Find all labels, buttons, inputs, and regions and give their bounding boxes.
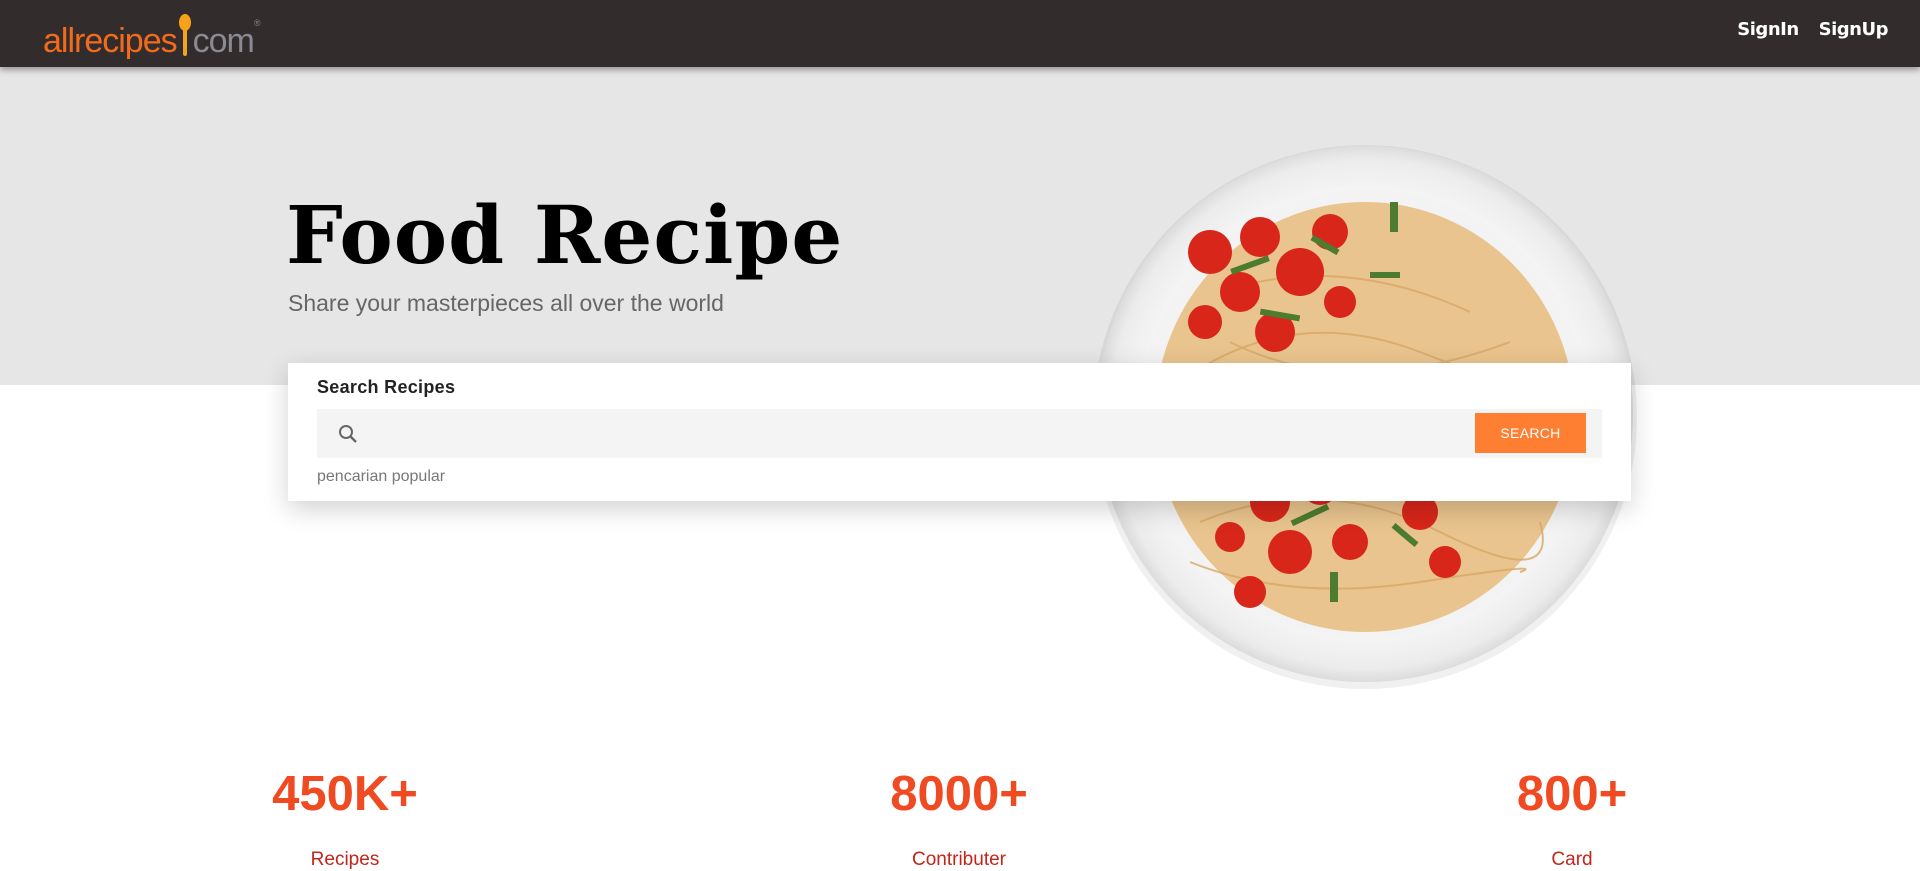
allrecipes-logo[interactable]: allrecipes com ® [43,8,261,58]
search-label: Search Recipes [317,377,456,397]
stat-contributors: 8000+ Contributer [809,770,1109,871]
stat-value: 800+ [1516,767,1628,821]
page-subtitle: Share your masterpieces all over the wor… [288,290,724,316]
navbar: allrecipes com ® SignIn SignUp [0,0,1920,67]
search-card: Search Recipes SEARCH pencarian popular [288,363,1631,501]
search-bar: SEARCH [317,409,1602,458]
stat-label: Contributer [912,849,1006,870]
stat-value: 8000+ [890,767,1028,821]
signin-link[interactable]: SignIn [1737,19,1799,40]
popular-searches-label: pencarian popular [317,468,446,485]
registered-mark: ® [253,18,261,28]
logo-text: allrecipes [43,22,178,60]
stat-recipes: 450K+ Recipes [195,770,495,871]
page-title: Food Recipe [286,188,844,282]
search-input[interactable] [377,417,1457,450]
spoon-icon [178,14,191,58]
stat-label: Recipes [310,849,380,870]
signup-link[interactable]: SignUp [1819,19,1889,40]
stat-value: 450K+ [272,767,418,821]
nav-links: SignIn SignUp [1737,19,1888,40]
search-button[interactable]: SEARCH [1475,413,1586,453]
stat-cards: 800+ Card [1422,770,1722,871]
search-icon [339,425,357,443]
logo-suffix: com [192,22,255,60]
stat-label: Card [1551,849,1593,870]
